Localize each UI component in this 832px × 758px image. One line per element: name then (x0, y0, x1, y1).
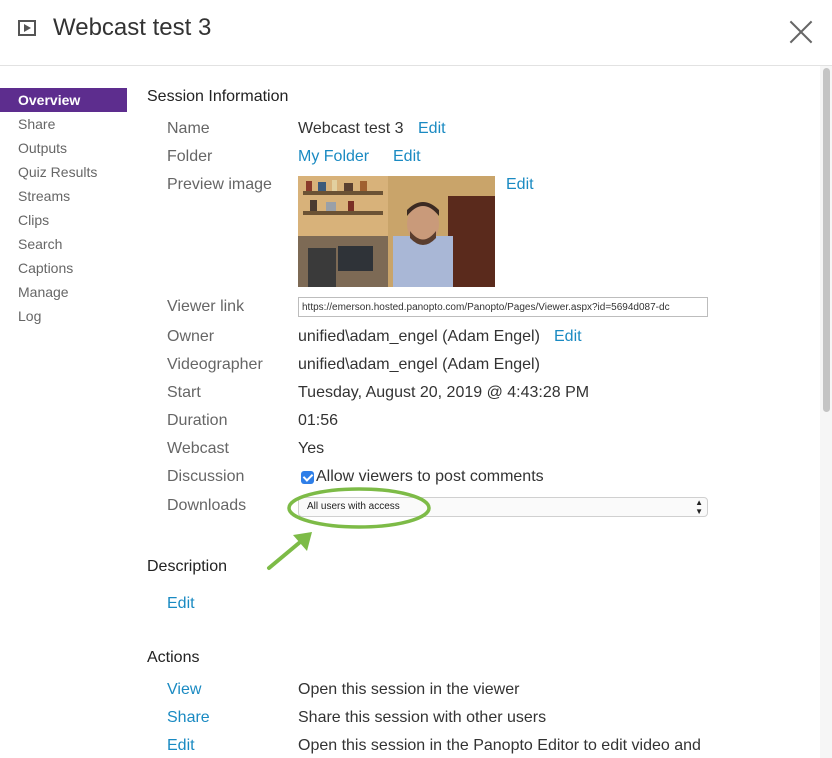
sidebar-nav: Overview Share Outputs Quiz Results Stre… (0, 88, 127, 328)
sidebar-item-outputs[interactable]: Outputs (0, 136, 127, 160)
videographer-label: Videographer (167, 356, 263, 373)
preview-image (298, 176, 495, 287)
owner-value: unified\adam_engel (Adam Engel) (298, 328, 540, 345)
folder-label: Folder (167, 148, 213, 165)
preview-image-label: Preview image (167, 176, 272, 193)
downloads-label: Downloads (167, 497, 247, 514)
close-icon[interactable] (789, 20, 813, 44)
webcast-label: Webcast (167, 440, 229, 457)
preview-image-edit-link[interactable]: Edit (506, 176, 534, 194)
description-edit-link[interactable]: Edit (167, 595, 195, 613)
webcast-value: Yes (298, 440, 325, 457)
session-info-heading: Session Information (147, 88, 289, 105)
action-view-link[interactable]: View (167, 681, 201, 699)
videographer-value: unified\adam_engel (Adam Engel) (298, 356, 540, 373)
action-edit-link[interactable]: Edit (167, 737, 195, 755)
sidebar-item-streams[interactable]: Streams (0, 184, 127, 208)
action-share-desc: Share this session with other users (298, 709, 547, 726)
action-share-link[interactable]: Share (167, 709, 210, 727)
page-title: Webcast test 3 (53, 14, 212, 41)
select-arrows-icon: ▲ ▼ (695, 498, 703, 516)
owner-label: Owner (167, 328, 215, 345)
action-view-desc: Open this session in the viewer (298, 681, 520, 698)
sidebar-item-clips[interactable]: Clips (0, 208, 127, 232)
sidebar-item-quiz-results[interactable]: Quiz Results (0, 160, 127, 184)
sidebar-item-captions[interactable]: Captions (0, 256, 127, 280)
scrollbar-thumb[interactable] (823, 68, 830, 412)
sidebar-item-share[interactable]: Share (0, 112, 127, 136)
dialog-header: Webcast test 3 (0, 0, 832, 66)
discussion-label: Discussion (167, 468, 245, 485)
folder-edit-link[interactable]: Edit (393, 148, 421, 166)
start-label: Start (167, 384, 201, 401)
sidebar-item-log[interactable]: Log (0, 304, 127, 328)
video-play-icon (18, 20, 36, 36)
name-value: Webcast test 3 (298, 120, 404, 137)
sidebar-item-overview[interactable]: Overview (0, 88, 127, 112)
start-value: Tuesday, August 20, 2019 @ 4:43:28 PM (298, 384, 590, 401)
duration-value: 01:56 (298, 412, 339, 429)
duration-label: Duration (167, 412, 228, 429)
owner-edit-link[interactable]: Edit (554, 328, 582, 346)
viewer-link-label: Viewer link (167, 298, 245, 315)
actions-heading: Actions (147, 649, 200, 666)
action-edit-desc: Open this session in the Panopto Editor … (298, 737, 701, 754)
highlight-annotation (267, 487, 431, 570)
sidebar-item-search[interactable]: Search (0, 232, 127, 256)
folder-link[interactable]: My Folder (298, 148, 369, 166)
description-heading: Description (147, 558, 228, 575)
sidebar-item-manage[interactable]: Manage (0, 280, 127, 304)
name-label: Name (167, 120, 210, 137)
viewer-link-input[interactable] (298, 297, 708, 317)
name-edit-link[interactable]: Edit (418, 120, 446, 138)
